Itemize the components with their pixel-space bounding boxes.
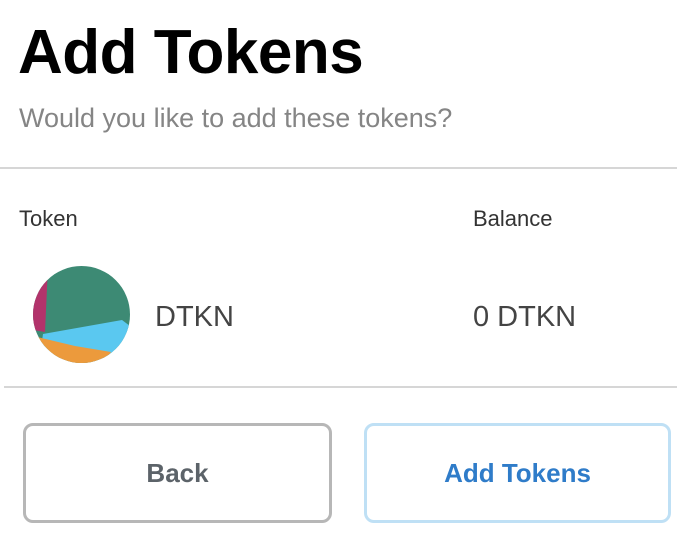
footer-divider [4,386,677,388]
column-header-balance: Balance [473,206,553,231]
token-balance: 0 DTKN [473,301,577,333]
add-tokens-page: Add Tokens Would you like to add these t… [0,0,677,558]
column-header-token: Token [19,206,78,231]
page-title: Add Tokens [18,18,364,87]
header-divider [0,167,677,169]
token-symbol: DTKN [155,301,234,333]
page-subtitle: Would you like to add these tokens? [19,103,453,133]
back-button[interactable]: Back [23,423,332,523]
token-identicon-icon [33,266,130,363]
add-tokens-button[interactable]: Add Tokens [364,423,671,523]
